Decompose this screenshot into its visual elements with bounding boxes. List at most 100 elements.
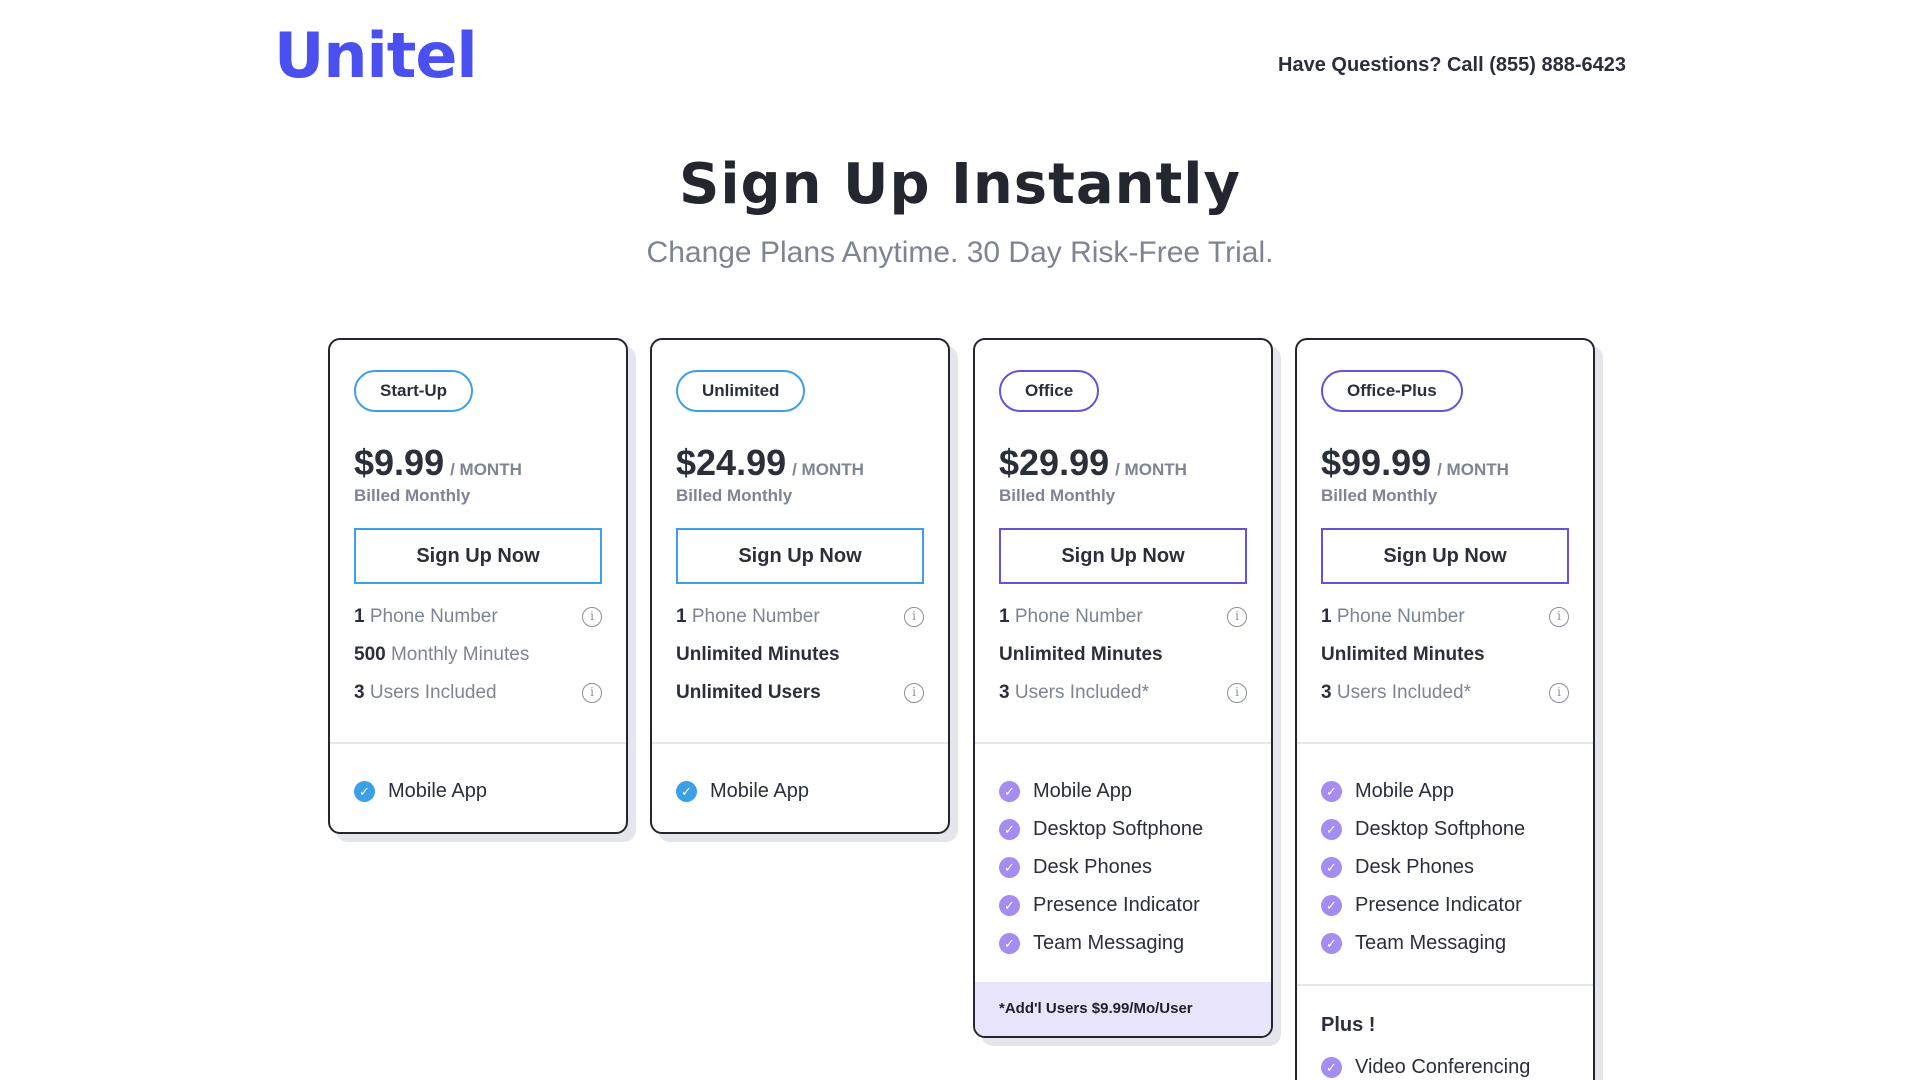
plus-title: Plus !	[1321, 1014, 1376, 1036]
plan-price: $29.99	[999, 442, 1110, 483]
price-period: / MONTH	[1437, 460, 1509, 479]
feature-label: Desk Phones	[1355, 855, 1474, 878]
spec-value: 500	[354, 644, 386, 665]
info-icon[interactable]: i	[582, 683, 602, 703]
check-circle-icon: ✓	[676, 780, 697, 802]
spec-label: Monthly Minutes	[390, 644, 530, 665]
check-circle-icon: ✓	[354, 780, 375, 802]
price-row: $24.99 / MONTH	[676, 442, 924, 484]
spec-label: Users Included	[369, 682, 497, 703]
feature-item: ✓ Presence Indicator	[999, 886, 1247, 924]
sign-up-button[interactable]: Sign Up Now	[999, 528, 1247, 584]
feature-label: Team Messaging	[1355, 931, 1507, 954]
spec-value: 1	[354, 606, 365, 627]
plus-features: Plus ! ✓ Video Conferencing	[1297, 984, 1593, 1080]
feature-item: ✓ Mobile App	[676, 772, 924, 810]
feature-item: ✓ Team Messaging	[999, 924, 1247, 962]
page-title: Sign Up Instantly	[679, 152, 1241, 217]
sign-up-button[interactable]: Sign Up Now	[354, 528, 602, 584]
feature-item: ✓ Desktop Softphone	[1321, 810, 1569, 848]
billing-cycle: Billed Monthly	[1321, 486, 1438, 505]
spec-value: Unlimited Minutes	[1321, 644, 1485, 665]
info-icon[interactable]: i	[1227, 607, 1247, 627]
spec-value: Unlimited Users	[676, 682, 821, 703]
feature-label: Desktop Softphone	[1033, 817, 1204, 840]
price-period: / MONTH	[1115, 460, 1187, 479]
unitel-logo[interactable]: Unitel	[274, 18, 478, 94]
check-circle-icon: ✓	[1321, 780, 1342, 802]
feature-list: ✓ Mobile App	[652, 744, 948, 832]
feature-list: ✓ Mobile App	[330, 744, 626, 832]
spec-value: 1	[999, 606, 1010, 627]
plan-name-badge: Unlimited	[676, 370, 806, 412]
feature-label: Mobile App	[388, 779, 487, 802]
spec-label: Phone Number	[691, 606, 820, 627]
price-row: $99.99 / MONTH	[1321, 442, 1569, 484]
plan-card-office: Office $29.99 / MONTH Billed Monthly Sig…	[973, 338, 1273, 1038]
contact-phone[interactable]: Have Questions? Call (855) 888-6423	[1278, 54, 1626, 77]
check-circle-icon: ✓	[999, 932, 1020, 954]
info-icon[interactable]: i	[1549, 607, 1569, 627]
feature-label: Presence Indicator	[1355, 893, 1522, 916]
spec-label: Phone Number	[369, 606, 498, 627]
info-icon[interactable]: i	[582, 607, 602, 627]
spec-value: 1	[676, 606, 687, 627]
plan-price: $24.99	[676, 442, 787, 483]
spec-minutes: 500 Monthly Minutes	[354, 636, 602, 674]
spec-value: 3	[999, 682, 1010, 703]
additional-users-note: *Add'l Users $9.99/Mo/User	[975, 982, 1271, 1036]
page-subtitle: Change Plans Anytime. 30 Day Risk-Free T…	[646, 236, 1274, 269]
feature-item: ✓ Video Conferencing	[1321, 1048, 1569, 1080]
spec-users: 3 Users Included* i	[999, 674, 1247, 712]
spec-phone-number: 1 Phone Number i	[1321, 598, 1569, 636]
feature-item: ✓ Desk Phones	[1321, 848, 1569, 886]
plan-header: Start-Up $9.99 / MONTH Billed Monthly Si…	[330, 340, 626, 744]
spec-value: Unlimited Minutes	[676, 644, 840, 665]
info-icon[interactable]: i	[904, 607, 924, 627]
plan-specs: 1 Phone Number i Unlimited Minutes Unlim…	[676, 598, 924, 712]
plan-name-badge: Office-Plus	[1321, 370, 1463, 412]
billing-cycle: Billed Monthly	[676, 486, 793, 505]
sign-up-button[interactable]: Sign Up Now	[676, 528, 924, 584]
plan-card-office-plus: Office-Plus $99.99 / MONTH Billed Monthl…	[1295, 338, 1595, 1080]
check-circle-icon: ✓	[999, 894, 1020, 916]
check-circle-icon: ✓	[1321, 932, 1342, 954]
feature-item: ✓ Team Messaging	[1321, 924, 1569, 962]
feature-label: Presence Indicator	[1033, 893, 1200, 916]
spec-value: 3	[1321, 682, 1332, 703]
plan-card-start-up: Start-Up $9.99 / MONTH Billed Monthly Si…	[328, 338, 628, 834]
billing-cycle: Billed Monthly	[354, 486, 471, 505]
feature-item: ✓ Desk Phones	[999, 848, 1247, 886]
site-header: Unitel Have Questions? Call (855) 888-64…	[0, 0, 1920, 120]
sign-up-button[interactable]: Sign Up Now	[1321, 528, 1569, 584]
plan-price: $99.99	[1321, 442, 1432, 483]
plan-header: Office $29.99 / MONTH Billed Monthly Sig…	[975, 340, 1271, 744]
spec-label: Phone Number	[1014, 606, 1143, 627]
price-period: / MONTH	[450, 460, 522, 479]
spec-minutes: Unlimited Minutes	[999, 636, 1247, 674]
price-row: $29.99 / MONTH	[999, 442, 1247, 484]
check-circle-icon: ✓	[999, 856, 1020, 878]
plan-card-unlimited: Unlimited $24.99 / MONTH Billed Monthly …	[650, 338, 950, 834]
info-icon[interactable]: i	[904, 683, 924, 703]
feature-list: ✓ Mobile App ✓ Desktop Softphone ✓ Desk Pho…	[1297, 744, 1593, 984]
spec-phone-number: 1 Phone Number i	[354, 598, 602, 636]
plan-header: Unlimited $24.99 / MONTH Billed Monthly …	[652, 340, 948, 744]
price-period: / MONTH	[792, 460, 864, 479]
spec-value: 3	[354, 682, 365, 703]
plan-name-badge: Office	[999, 370, 1100, 412]
feature-label: Desktop Softphone	[1355, 817, 1526, 840]
price-row: $9.99 / MONTH	[354, 442, 602, 484]
spec-phone-number: 1 Phone Number i	[676, 598, 924, 636]
feature-label: Mobile App	[710, 779, 809, 802]
spec-value: Unlimited Minutes	[999, 644, 1163, 665]
spec-label: Users Included*	[1336, 682, 1471, 703]
info-icon[interactable]: i	[1549, 683, 1569, 703]
spec-minutes: Unlimited Minutes	[1321, 636, 1569, 674]
feature-label: Video Conferencing	[1355, 1055, 1531, 1078]
plan-header: Office-Plus $99.99 / MONTH Billed Monthl…	[1297, 340, 1593, 744]
info-icon[interactable]: i	[1227, 683, 1247, 703]
feature-item: ✓ Mobile App	[1321, 772, 1569, 810]
spec-phone-number: 1 Phone Number i	[999, 598, 1247, 636]
plan-specs: 1 Phone Number i Unlimited Minutes 3 Use…	[999, 598, 1247, 712]
